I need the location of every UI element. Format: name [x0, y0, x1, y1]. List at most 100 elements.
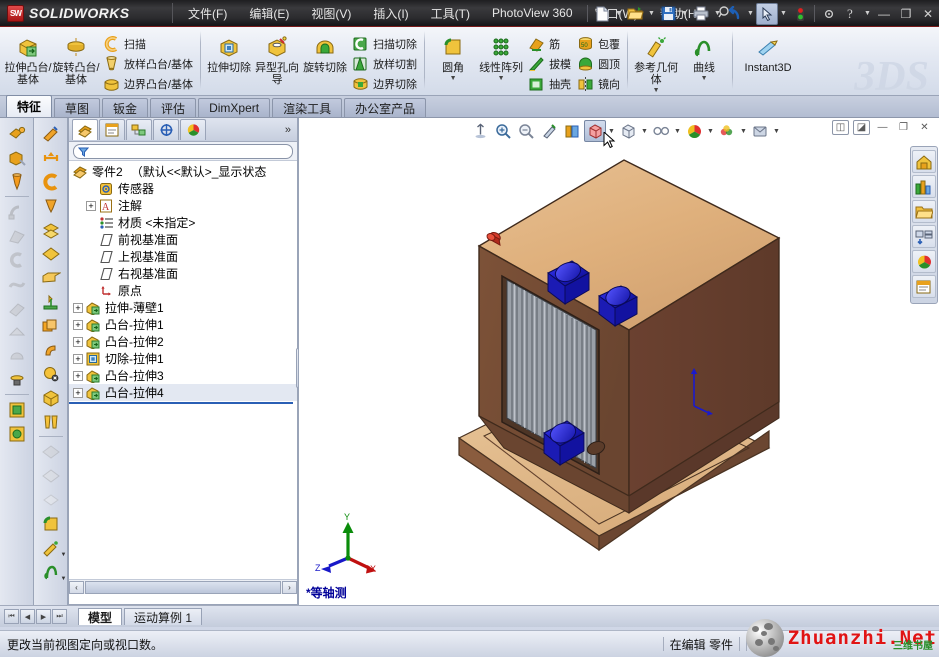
next-page-button[interactable]: ▶ — [36, 609, 51, 624]
custom-properties-icon[interactable] — [912, 275, 936, 298]
save-icon[interactable] — [657, 3, 679, 25]
linear-pattern-caret-icon[interactable]: ▼ — [498, 75, 505, 82]
tree-node-front-plane[interactable]: 前视基准面 — [69, 231, 297, 248]
print-icon[interactable] — [690, 3, 712, 25]
unfold-tool-icon[interactable] — [36, 410, 66, 433]
tree-node-sensors[interactable]: 传感器 — [69, 180, 297, 197]
curves-button[interactable]: 曲线 ▼ — [680, 30, 728, 82]
tab-office-products[interactable]: 办公室产品 — [344, 98, 427, 117]
print-caret-icon[interactable]: ▼ — [712, 3, 723, 25]
boundary-cut-button[interactable]: 边界切除 — [349, 74, 420, 94]
open-document-caret-icon[interactable]: ▼ — [646, 3, 657, 25]
curves-caret-icon[interactable]: ▼ — [701, 75, 708, 82]
tab-features[interactable]: 特征 — [6, 95, 53, 117]
tab-dimxpert[interactable]: DimXpert — [198, 98, 271, 117]
menu-tools[interactable]: 工具(T) — [420, 2, 481, 25]
scroll-right-icon[interactable]: › — [282, 580, 297, 594]
draft-button[interactable]: 拔模 — [525, 54, 574, 74]
display-manager-tab[interactable] — [180, 119, 206, 140]
tab-motion-study-1[interactable]: 运动算例 1 — [124, 608, 203, 625]
swept-cut-tool-icon[interactable] — [2, 248, 32, 271]
previous-page-button[interactable]: ◀ — [20, 609, 35, 624]
fillet-button[interactable]: 圆角 ▼ — [429, 30, 477, 82]
tab-model[interactable]: 模型 — [78, 608, 123, 625]
no-bend-tool-icon[interactable] — [36, 362, 66, 385]
revolved-cut-button[interactable]: 旋转切除 — [301, 30, 349, 74]
tree-node-boss-extrude2[interactable]: + 凸台-拉伸2 — [69, 333, 297, 350]
tree-node-top-plane[interactable]: 上视基准面 — [69, 248, 297, 265]
solidworks-logo[interactable]: SW SOLIDWORKS — [0, 4, 168, 22]
plane-tool-icon[interactable] — [36, 242, 66, 265]
bend-tool-icon[interactable] — [36, 338, 66, 361]
appearances-scenes-icon[interactable] — [912, 250, 936, 273]
shell-tool-icon[interactable] — [2, 344, 32, 367]
tab-sheetmetal[interactable]: 钣金 — [102, 98, 149, 117]
surface-plane-2-icon[interactable] — [36, 464, 66, 487]
menu-insert[interactable]: 插入(I) — [362, 2, 419, 25]
mirror-button[interactable]: 镜向 — [574, 74, 623, 94]
wrap-button[interactable]: 50 包覆 — [574, 34, 623, 54]
flat-plate-tool-icon[interactable] — [36, 266, 66, 289]
expand-icon[interactable]: + — [73, 370, 83, 381]
lofted-cut-button[interactable]: 放样切割 — [349, 54, 420, 74]
tree-node-boss-extrude1[interactable]: + 凸台-拉伸1 — [69, 316, 297, 333]
linear-pattern-button[interactable]: 线性阵列 ▼ — [477, 30, 525, 82]
select-tool-icon[interactable] — [756, 2, 778, 25]
boundary-boss-button[interactable]: 边界凸台/基体 — [100, 74, 196, 94]
tree-horizontal-scrollbar[interactable]: ‹ › — [69, 579, 297, 594]
feature-manager-tab[interactable] — [72, 119, 98, 140]
undo-caret-icon[interactable]: ▼ — [745, 3, 756, 25]
menu-view[interactable]: 视图(V) — [300, 2, 362, 25]
reference-geometry-tool-icon[interactable]: ▼ — [36, 536, 67, 559]
reference-geometry-button[interactable]: 参考几何体 ▼ — [632, 30, 680, 94]
revolved-boss-tool-icon[interactable] — [2, 170, 32, 193]
new-document-caret-icon[interactable]: ▼ — [613, 3, 624, 25]
design-library-icon[interactable] — [912, 175, 936, 198]
c-shape-tool-icon[interactable] — [36, 170, 66, 193]
graphics-area[interactable]: ▼ ▼ ▼ ▼ ▼ ▼ ◫ ◪ — ❐ ✕ Y X Z *等轴测 — [298, 118, 939, 605]
rib-button[interactable]: 筋 — [525, 34, 574, 54]
dome-tool-icon[interactable] — [2, 320, 32, 343]
tree-node-boss-extrude4[interactable]: + 凸台-拉伸4 — [69, 384, 297, 401]
expand-icon[interactable]: + — [86, 200, 96, 211]
taper-tool-icon[interactable] — [36, 194, 66, 217]
reference-geometry-caret-icon[interactable]: ▼ — [653, 87, 660, 94]
lofted-boss-tool-icon[interactable] — [2, 224, 32, 247]
sketch-tool-icon[interactable] — [36, 122, 66, 145]
scroll-left-icon[interactable]: ‹ — [69, 580, 84, 594]
dome-button[interactable]: 圆顶 — [574, 54, 623, 74]
new-document-icon[interactable] — [591, 3, 613, 25]
extruded-cut-button[interactable]: 拉伸切除 — [205, 30, 253, 74]
base-flange-tool-icon[interactable] — [36, 290, 66, 313]
expand-icon[interactable]: + — [73, 336, 83, 347]
revolve-surface-tool-icon[interactable] — [2, 422, 32, 445]
boundary-tool-icon[interactable] — [2, 272, 32, 295]
chevron-expand-icon[interactable]: » — [285, 124, 297, 136]
instant3d-button[interactable]: Instant3D — [737, 30, 799, 74]
restore-button[interactable]: ❐ — [895, 3, 917, 25]
minimize-button[interactable]: — — [873, 3, 895, 25]
lofted-boss-button[interactable]: 放样凸台/基体 — [100, 54, 196, 74]
tab-render-tools[interactable]: 渲染工具 — [272, 98, 343, 117]
fillet-caret-icon[interactable]: ▼ — [450, 75, 457, 82]
extruded-boss-tool-icon[interactable] — [2, 122, 32, 145]
save-caret-icon[interactable]: ▼ — [679, 3, 690, 25]
box-tool-icon[interactable] — [36, 386, 66, 409]
rollback-bar[interactable] — [69, 402, 293, 404]
tree-node-annotations[interactable]: + A 注解 — [69, 197, 297, 214]
scroll-thumb[interactable] — [85, 580, 281, 594]
dimension-tool-icon[interactable] — [36, 146, 66, 169]
tree-node-origin[interactable]: 原点 — [69, 282, 297, 299]
swept-cut-button[interactable]: 扫描切除 — [349, 34, 420, 54]
surface-plane-3-icon[interactable] — [36, 488, 66, 511]
menu-photoview[interactable]: PhotoView 360 — [481, 3, 584, 23]
first-page-button[interactable]: ⏮ — [4, 609, 19, 624]
open-document-icon[interactable] — [624, 3, 646, 25]
extruded-boss-button[interactable]: 拉伸凸台/基体 — [4, 30, 52, 86]
stack-tool-icon[interactable] — [36, 314, 66, 337]
surface-plane-1-icon[interactable] — [36, 440, 66, 463]
swept-boss-button[interactable]: 扫描 — [100, 34, 196, 54]
swept-boss-tool-icon[interactable] — [2, 200, 32, 223]
select-tool-caret-icon[interactable]: ▼ — [778, 3, 789, 25]
extruded-cut-tool-icon[interactable] — [2, 146, 32, 169]
